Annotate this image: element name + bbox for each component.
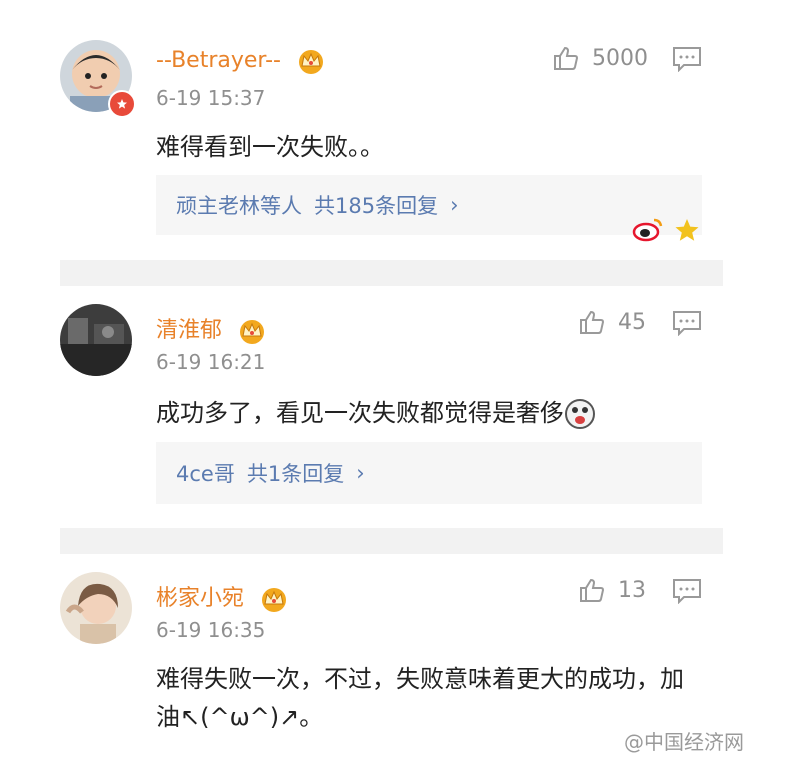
like-button[interactable]: 45: [578, 308, 646, 336]
crown-icon: [262, 588, 287, 612]
watermark: @中国经济网: [624, 730, 744, 754]
like-button[interactable]: 5000: [552, 44, 648, 72]
timestamp: 6-19 16:35: [156, 618, 266, 642]
reply-users[interactable]: 4ce哥: [176, 458, 235, 488]
username[interactable]: --Betrayer--: [156, 48, 326, 74]
chevron-right-icon: ›: [356, 461, 365, 485]
like-button[interactable]: 13: [578, 576, 646, 604]
thumbs-up-icon: [580, 578, 605, 602]
avatar[interactable]: [60, 304, 132, 376]
thumbs-up-icon: [580, 310, 605, 334]
comment-text: 难得失败一次，不过，失败意味着更大的成功，加油↖(^ω^)↗。: [156, 665, 684, 731]
star-icon: [675, 219, 699, 241]
like-count: 13: [618, 577, 646, 603]
avatar[interactable]: [60, 572, 132, 644]
weibo-logo-icon: [632, 218, 663, 242]
like-count: 45: [618, 309, 646, 335]
avatar-badge: [108, 90, 136, 118]
reply-count[interactable]: 共1条回复: [247, 458, 344, 488]
thumbs-up-icon: [554, 46, 579, 70]
timestamp: 6-19 15:37: [156, 86, 266, 110]
comment-card-2: 清淮郁 6-19 16:21 45 成功多了，看见一次失败都觉得是奢侈 4ce哥…: [60, 286, 723, 526]
crown-icon: [298, 50, 323, 74]
chevron-right-icon: ›: [450, 193, 459, 217]
reply-summary[interactable]: 4ce哥 共1条回复 ›: [156, 442, 702, 504]
reply-summary[interactable]: 顽主老林等人 共185条回复 ›: [156, 175, 702, 235]
username[interactable]: 清淮郁: [156, 312, 267, 344]
like-count: 5000: [592, 45, 648, 71]
reply-count[interactable]: 共185条回复: [314, 190, 438, 220]
username[interactable]: 彬家小宛: [156, 580, 289, 612]
comment-text: 成功多了，看见一次失败都觉得是奢侈: [156, 394, 716, 432]
crown-icon: [240, 320, 265, 344]
laughing-emoji-icon: [565, 399, 595, 429]
comment-text: 难得看到一次失败。。: [156, 133, 384, 161]
comment-card-1: --Betrayer-- 6-19 15:37 5000 难得看到一次失败。。 …: [60, 20, 723, 260]
divider: [60, 260, 723, 286]
comment-icon[interactable]: [672, 46, 702, 72]
comment-icon[interactable]: [672, 578, 702, 604]
divider: [60, 528, 723, 554]
reply-users[interactable]: 顽主老林等人: [176, 190, 302, 220]
timestamp: 6-19 16:21: [156, 350, 266, 374]
comment-icon[interactable]: [672, 310, 702, 336]
